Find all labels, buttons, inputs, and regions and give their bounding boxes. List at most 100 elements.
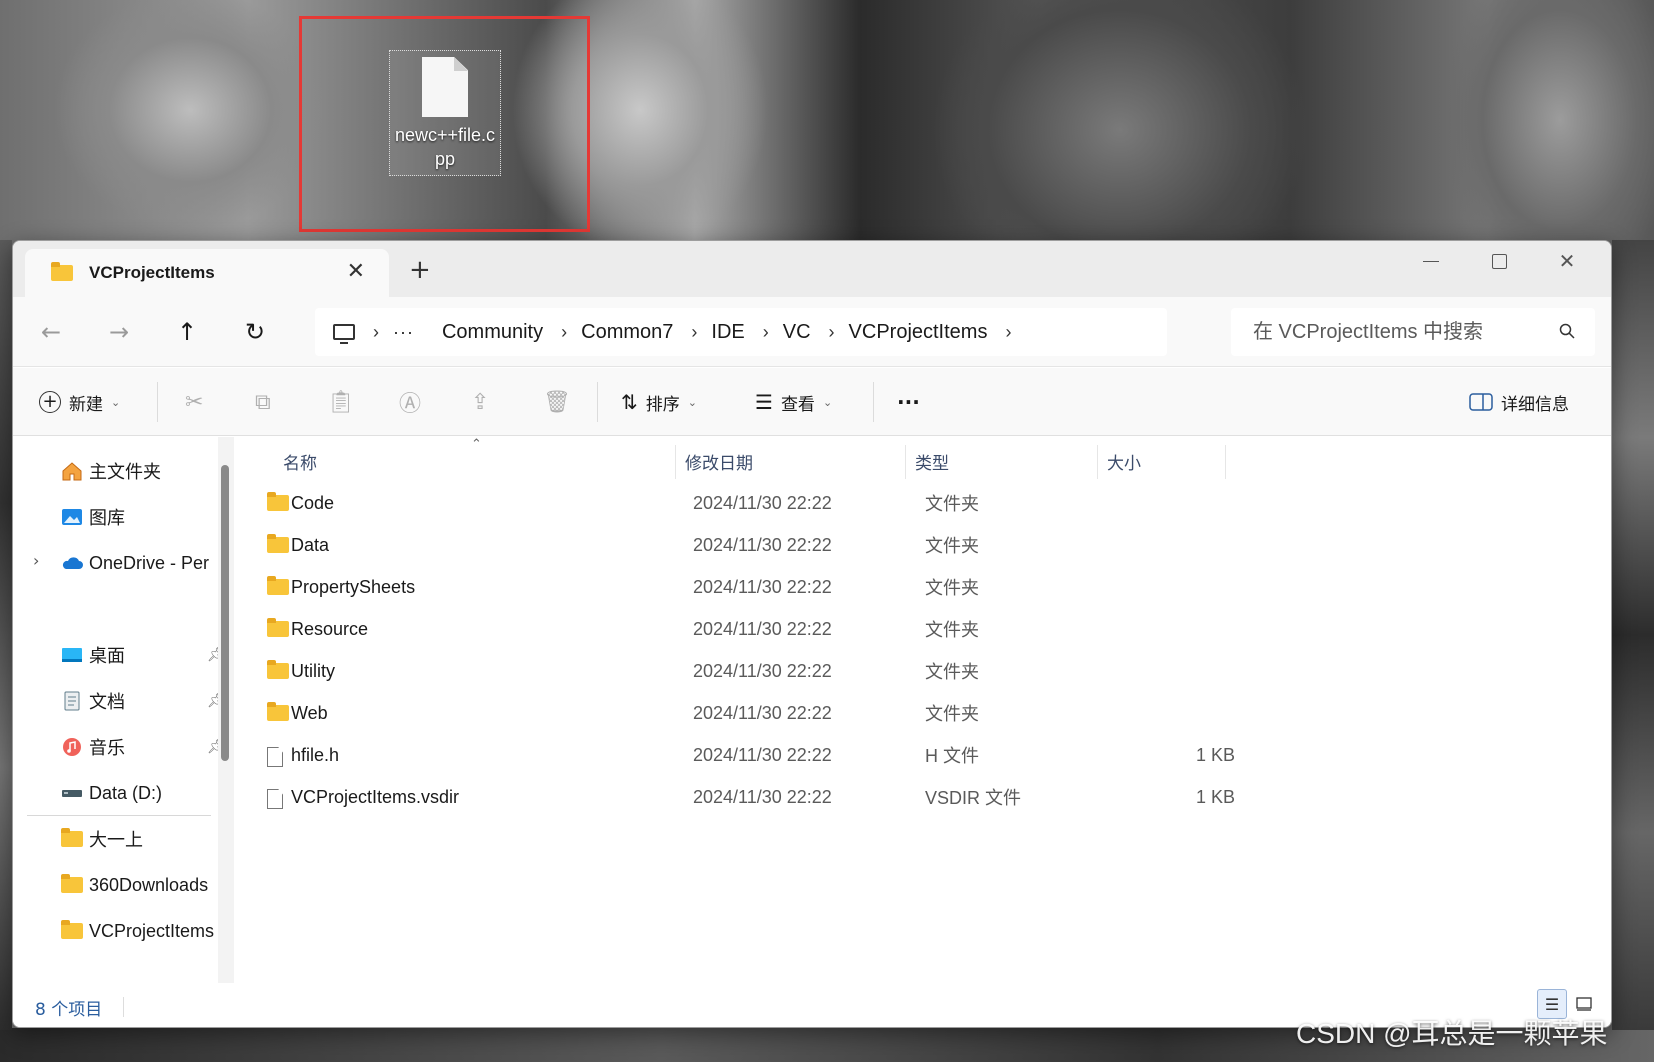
file-date: 2024/11/30 22:22 <box>693 492 832 513</box>
sidebar-item-label: OneDrive - Per <box>89 552 210 573</box>
details-pane-button[interactable]: 详细信息 <box>1469 380 1569 424</box>
sidebar-item-label: 文档 <box>89 692 125 712</box>
file-type: H 文件 <box>925 746 979 766</box>
breadcrumb-common7[interactable]: Common7 <box>581 321 673 344</box>
share-button[interactable]: ⇪ <box>471 380 489 424</box>
expand-chevron-icon[interactable]: › <box>33 551 39 570</box>
drive-icon <box>61 783 83 803</box>
cut-icon: ✂ <box>185 389 204 415</box>
breadcrumb-separator[interactable]: › <box>1005 322 1011 343</box>
sidebar-item-label: 360Downloads <box>89 874 209 895</box>
sidebar-item-gallery[interactable]: 图库 <box>61 499 233 535</box>
search-icon[interactable] <box>1559 323 1575 339</box>
column-divider[interactable] <box>675 445 676 479</box>
documents-icon <box>61 691 83 711</box>
breadcrumb-separator[interactable]: › <box>763 322 769 343</box>
breadcrumb-separator[interactable]: › <box>561 322 567 343</box>
navigation-bar: ← → ↑ ↻ › ··· › Community › Common7 › ID… <box>13 297 1611 367</box>
window-controls: ✕ <box>1397 241 1601 281</box>
view-button[interactable]: ☰ 查看 ⌄ <box>755 380 832 424</box>
onedrive-icon <box>61 553 83 573</box>
column-header-type[interactable]: 类型 <box>915 443 949 479</box>
sidebar-scrollbar-thumb[interactable] <box>221 465 229 761</box>
breadcrumb-overflow-button[interactable]: ··· <box>393 322 414 343</box>
column-header-name[interactable]: 名称 <box>283 443 317 479</box>
back-button[interactable]: ← <box>31 312 71 352</box>
desktop-file-label: newc++file.cpp <box>394 125 496 169</box>
search-input[interactable] <box>1253 320 1543 344</box>
breadcrumb-separator: › <box>373 321 379 342</box>
file-row-hfile[interactable]: hfile.h 2024/11/30 22:22 H 文件 1 KB <box>259 735 1239 775</box>
column-divider[interactable] <box>1225 445 1226 479</box>
plus-circle-icon: + <box>39 391 61 413</box>
tab-title: VCProjectItems <box>89 263 215 282</box>
sidebar-item-label: 音乐 <box>89 738 125 758</box>
breadcrumb-separator[interactable]: › <box>829 322 835 343</box>
sidebar-item-home[interactable]: 主文件夹 <box>61 453 233 489</box>
address-bar[interactable]: › ··· › Community › Common7 › IDE › VC ›… <box>315 308 1167 356</box>
desktop-file-newcpp[interactable]: newc++file.cpp <box>389 50 501 176</box>
tab-vcprojectitems[interactable]: VCProjectItems ✕ <box>25 249 389 297</box>
close-window-button[interactable]: ✕ <box>1533 241 1601 281</box>
command-bar: + 新建 ⌄ ✂ ⧉ 📋︎ Ⓐ ⇪ 🗑︎ ⇅ 排序 ⌄ ☰ 查看 ⌄ ··· 详… <box>13 368 1611 436</box>
file-row-utility[interactable]: Utility 2024/11/30 22:22 文件夹 <box>259 651 1239 691</box>
breadcrumb-separator[interactable]: › <box>691 322 697 343</box>
breadcrumb-community[interactable]: Community <box>442 321 543 344</box>
column-divider[interactable] <box>1097 445 1098 479</box>
file-row-code[interactable]: Code 2024/11/30 22:22 文件夹 <box>259 483 1239 523</box>
toolbar-divider <box>597 382 598 422</box>
file-type: VSDIR 文件 <box>925 788 1022 808</box>
csdn-watermark: CSDN @耳总是一颗苹果 <box>1296 1018 1608 1049</box>
paste-icon: 📋︎ <box>327 389 355 415</box>
sidebar-item-360downloads[interactable]: 360Downloads <box>61 867 233 903</box>
rename-button[interactable]: Ⓐ <box>399 380 421 424</box>
chevron-down-icon: ⌄ <box>822 395 833 409</box>
file-name: Web <box>291 702 328 723</box>
details-view-icon: ☰ <box>1544 994 1560 1014</box>
file-row-data[interactable]: Data 2024/11/30 22:22 文件夹 <box>259 525 1239 565</box>
forward-button[interactable]: → <box>99 312 139 352</box>
file-row-vsdir[interactable]: VCProjectItems.vsdir 2024/11/30 22:22 VS… <box>259 777 1239 817</box>
close-tab-button[interactable]: ✕ <box>347 259 365 284</box>
breadcrumb-ide[interactable]: IDE <box>711 321 744 344</box>
cut-button[interactable]: ✂ <box>185 380 203 424</box>
column-header-size[interactable]: 大小 <box>1107 443 1141 479</box>
folder-icon <box>267 702 289 721</box>
sidebar-item-drive-d[interactable]: Data (D:) <box>61 775 233 811</box>
minimize-button[interactable] <box>1397 241 1465 281</box>
sidebar-item-vcprojectitems[interactable]: VCProjectItems <box>61 913 233 949</box>
file-name: PropertySheets <box>291 576 416 597</box>
music-icon <box>61 737 83 757</box>
file-type: 文件夹 <box>925 536 979 556</box>
trash-icon: 🗑︎ <box>543 389 571 415</box>
minimize-icon <box>1423 260 1439 262</box>
copy-button[interactable]: ⧉ <box>255 380 271 424</box>
title-bar: VCProjectItems ✕ + ✕ <box>13 241 1611 297</box>
sidebar-item-onedrive[interactable]: OneDrive - Per <box>61 545 233 581</box>
sidebar-item-dayishang[interactable]: 大一上 <box>61 821 233 857</box>
new-button[interactable]: + 新建 ⌄ <box>39 380 120 424</box>
file-date: 2024/11/30 22:22 <box>693 534 832 555</box>
file-row-resource[interactable]: Resource 2024/11/30 22:22 文件夹 <box>259 609 1239 649</box>
breadcrumb-vc[interactable]: VC <box>783 321 811 344</box>
file-row-web[interactable]: Web 2024/11/30 22:22 文件夹 <box>259 693 1239 733</box>
more-options-button[interactable]: ··· <box>897 380 920 424</box>
file-row-propertysheets[interactable]: PropertySheets 2024/11/30 22:22 文件夹 <box>259 567 1239 607</box>
search-box <box>1231 308 1595 356</box>
sort-button[interactable]: ⇅ 排序 ⌄ <box>621 380 697 424</box>
arrow-right-icon: → <box>108 318 130 346</box>
refresh-button[interactable]: ↻ <box>235 312 275 352</box>
column-header-date[interactable]: 修改日期 <box>685 443 753 479</box>
file-date: 2024/11/30 22:22 <box>693 576 832 597</box>
delete-button[interactable]: 🗑︎ <box>543 380 571 424</box>
up-button[interactable]: ↑ <box>167 312 207 352</box>
column-divider[interactable] <box>905 445 906 479</box>
paste-button[interactable]: 📋︎ <box>327 380 355 424</box>
maximize-button[interactable] <box>1465 241 1533 281</box>
new-tab-button[interactable]: + <box>409 255 431 285</box>
chevron-down-icon: ⌄ <box>111 395 121 409</box>
file-icon <box>422 57 468 117</box>
file-name: Data <box>291 534 330 555</box>
item-count: 8 个项目 <box>35 1000 103 1020</box>
breadcrumb-vcprojectitems[interactable]: VCProjectItems <box>849 321 988 344</box>
